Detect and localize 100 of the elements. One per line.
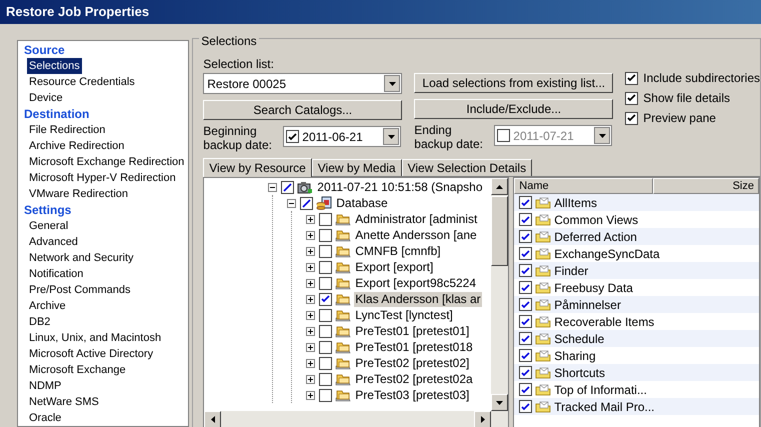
checkbox[interactable] xyxy=(519,366,532,379)
scroll-up-icon[interactable] xyxy=(491,178,508,195)
scroll-right-icon[interactable] xyxy=(474,411,492,427)
tree-item[interactable]: Export [export] xyxy=(354,260,434,274)
vertical-scrollbar[interactable] xyxy=(491,178,508,411)
expand-icon[interactable] xyxy=(306,230,316,240)
checkbox[interactable] xyxy=(319,244,332,258)
tree-item[interactable]: PreTest03 [pretest03] xyxy=(354,388,470,402)
checkbox[interactable] xyxy=(519,400,532,413)
tree-item[interactable]: 2011-07-21 10:51:58 (Snapsho xyxy=(316,180,484,194)
expand-icon[interactable] xyxy=(306,262,316,272)
sidebar-item[interactable]: Microsoft Hyper-V Redirection xyxy=(27,170,178,186)
expand-icon[interactable] xyxy=(306,390,316,400)
expand-icon[interactable] xyxy=(306,342,316,352)
sidebar-item[interactable]: NetWare SMS xyxy=(27,394,101,410)
list-item[interactable]: ExchangeSyncData xyxy=(554,244,660,262)
scroll-thumb[interactable] xyxy=(491,196,508,266)
horizontal-scrollbar[interactable] xyxy=(204,411,508,427)
checkbox[interactable] xyxy=(519,315,532,328)
tree-item[interactable]: Anette Andersson [ane xyxy=(354,228,478,242)
load-selections-button[interactable]: Load selections from existing list... xyxy=(414,73,614,93)
date-picker[interactable]: 2011-06-21 xyxy=(283,126,402,147)
sidebar-item[interactable]: Network and Security xyxy=(27,250,136,266)
sidebar-item[interactable]: Microsoft Active Directory xyxy=(27,346,156,362)
checkbox[interactable] xyxy=(519,230,532,243)
tree-item[interactable]: PreTest02 [pretest02a xyxy=(354,372,474,386)
tab[interactable]: View Selection Details xyxy=(402,159,532,176)
sidebar-item[interactable]: Device xyxy=(27,90,65,106)
list-item[interactable]: AllItems xyxy=(554,194,597,212)
checkbox[interactable] xyxy=(319,260,332,274)
expand-icon[interactable] xyxy=(306,278,316,288)
tab[interactable]: View by Resource xyxy=(203,158,312,177)
column-header[interactable]: Size xyxy=(653,178,759,194)
list-item[interactable]: Recoverable Items xyxy=(554,312,654,330)
sidebar-item[interactable]: Linux, Unix, and Macintosh xyxy=(27,330,164,346)
expand-icon[interactable] xyxy=(306,246,316,256)
sidebar-item[interactable]: NDMP xyxy=(27,378,64,394)
checkbox[interactable] xyxy=(497,129,510,142)
checkbox[interactable] xyxy=(625,112,638,124)
checkbox[interactable] xyxy=(519,349,532,362)
checkbox[interactable] xyxy=(519,264,532,277)
sidebar-item[interactable]: Microsoft Exchange xyxy=(27,362,128,378)
checkbox[interactable] xyxy=(519,383,532,396)
checkbox[interactable] xyxy=(519,247,532,260)
tree-item[interactable]: Administrator [administ xyxy=(354,212,478,226)
collapse-icon[interactable] xyxy=(287,198,296,208)
scroll-left-icon[interactable] xyxy=(204,411,222,427)
expand-icon[interactable] xyxy=(306,358,316,368)
tree-item[interactable]: Database xyxy=(335,196,389,210)
expand-icon[interactable] xyxy=(306,326,316,336)
checkbox[interactable] xyxy=(319,212,332,226)
sidebar-item[interactable]: Archive xyxy=(27,298,68,314)
expand-icon[interactable] xyxy=(306,214,316,224)
list-item[interactable]: Common Views xyxy=(554,210,638,228)
sidebar-item[interactable]: Selections xyxy=(27,58,82,74)
checkbox[interactable] xyxy=(625,92,638,104)
tree-item[interactable]: PreTest01 [pretest018 xyxy=(354,340,474,354)
sidebar-item[interactable]: General xyxy=(27,218,70,234)
checkbox[interactable] xyxy=(519,281,532,294)
scroll-down-icon[interactable] xyxy=(491,394,508,411)
checkbox[interactable] xyxy=(519,332,532,345)
checkbox[interactable] xyxy=(319,388,332,402)
sidebar-item[interactable]: Advanced xyxy=(27,234,80,250)
search-catalogs-button[interactable]: Search Catalogs... xyxy=(203,100,402,120)
expand-icon[interactable] xyxy=(306,310,316,320)
sidebar-item[interactable]: Pre/Post Commands xyxy=(27,282,132,298)
sidebar-item[interactable]: Resource Credentials xyxy=(27,74,137,90)
checkbox[interactable] xyxy=(319,372,332,386)
expand-icon[interactable] xyxy=(306,294,316,304)
tree-item[interactable]: PreTest02 [pretest02] xyxy=(354,356,470,370)
sidebar-item[interactable]: Oracle xyxy=(27,410,64,426)
checkbox[interactable] xyxy=(319,292,332,306)
checkbox[interactable] xyxy=(319,228,332,242)
sidebar-item[interactable]: Archive Redirection xyxy=(27,138,126,154)
list-item[interactable]: Sharing xyxy=(554,346,596,364)
date-picker[interactable]: 2011-07-21 xyxy=(494,125,612,146)
checkbox[interactable] xyxy=(319,324,332,338)
selection-list-dropdown[interactable]: Restore 00025 xyxy=(203,73,402,94)
tab[interactable]: View by Media xyxy=(312,159,402,176)
checkbox[interactable] xyxy=(519,213,532,226)
checkbox[interactable] xyxy=(319,340,332,354)
sidebar-item[interactable]: VMware Redirection xyxy=(27,186,130,202)
checkbox[interactable] xyxy=(319,308,332,322)
checkbox[interactable] xyxy=(319,276,332,290)
sidebar-item[interactable]: File Redirection xyxy=(27,122,108,138)
tree-item[interactable]: Klas Andersson [klas ar xyxy=(354,292,482,306)
checkbox[interactable] xyxy=(286,130,300,143)
expand-icon[interactable] xyxy=(306,374,316,384)
list-item[interactable]: Finder xyxy=(554,262,588,280)
sidebar-item[interactable]: Notification xyxy=(27,266,86,282)
tree-item[interactable]: LyncTest [lynctest] xyxy=(354,308,454,322)
include-exclude-button[interactable]: Include/Exclude... xyxy=(414,99,614,119)
tree-item[interactable]: Export [export98c5224 xyxy=(354,276,478,290)
tree-item[interactable]: PreTest01 [pretest01] xyxy=(354,324,470,338)
checkbox[interactable] xyxy=(319,356,332,370)
checkbox[interactable] xyxy=(625,72,638,84)
tree-item[interactable]: CMNFB [cmnfb] xyxy=(354,244,442,258)
list-item[interactable]: Top of Informati... xyxy=(554,380,647,398)
collapse-icon[interactable] xyxy=(268,182,278,192)
checkbox[interactable] xyxy=(519,196,532,209)
